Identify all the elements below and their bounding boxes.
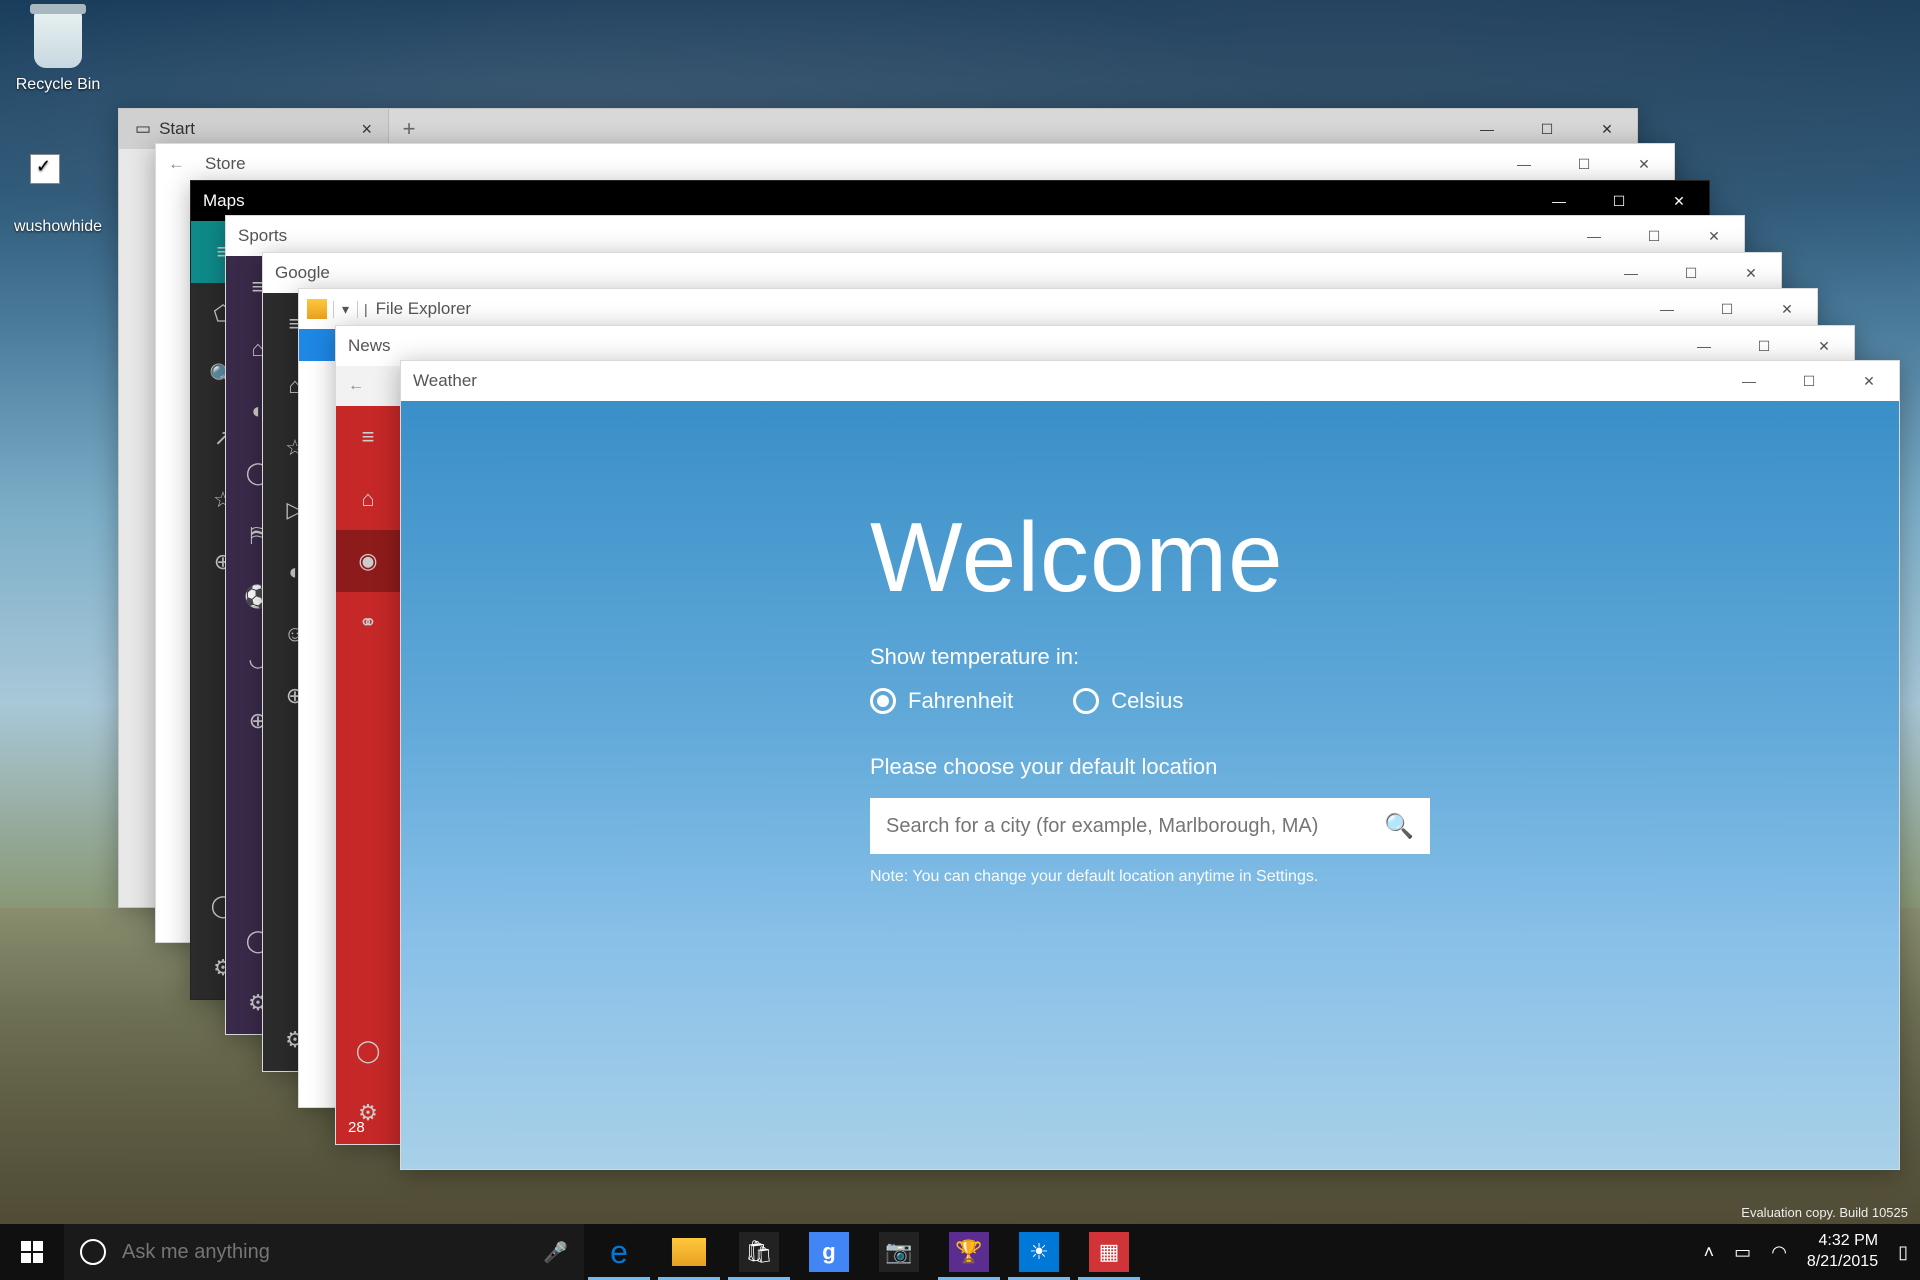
taskbar: 🎤 e 🛍 g 📷 🏆 ☀ ▦ ˄ ▭ ◠ 4:32 PM 8/21/2015 … [0, 1224, 1920, 1280]
fahrenheit-label: Fahrenheit [908, 688, 1013, 714]
close-button[interactable]: ✕ [1839, 361, 1899, 401]
window-weather[interactable]: Weather — ☐ ✕ Welcome Show temperature i… [400, 360, 1900, 1170]
title-maps: Maps [203, 191, 245, 211]
title-google: Google [275, 263, 330, 283]
recycle-bin-icon[interactable]: Recycle Bin [8, 8, 108, 94]
radio-unchecked-icon [1073, 688, 1099, 714]
search-icon[interactable]: 🔍 [1384, 812, 1414, 841]
titlebar-store[interactable]: ← Store — ☐ ✕ [156, 144, 1674, 184]
taskbar-edge[interactable]: e [584, 1224, 654, 1280]
folder-icon [307, 299, 327, 319]
maximize-button[interactable]: ☐ [1624, 216, 1684, 256]
location-search-box[interactable]: 🔍 [870, 798, 1430, 854]
close-tab-icon[interactable]: × [361, 119, 372, 140]
title-news: News [348, 336, 391, 356]
minimize-button[interactable]: — [1564, 216, 1624, 256]
wifi-icon[interactable]: ◠ [1771, 1242, 1787, 1263]
people-icon[interactable]: ⚭ [336, 592, 400, 654]
microphone-icon[interactable]: 🎤 [543, 1240, 568, 1265]
radio-fahrenheit[interactable]: Fahrenheit [870, 688, 1013, 714]
cortana-search[interactable]: 🎤 [64, 1224, 584, 1280]
taskbar-sports[interactable]: 🏆 [934, 1224, 1004, 1280]
close-button[interactable]: ✕ [1614, 144, 1674, 184]
taskbar-time: 4:32 PM [1807, 1231, 1878, 1252]
battery-icon[interactable]: ▭ [1734, 1242, 1751, 1263]
taskbar-date: 8/21/2015 [1807, 1252, 1878, 1273]
weather-body: Welcome Show temperature in: Fahrenheit … [401, 401, 1899, 1169]
local-icon[interactable]: ◉ [336, 530, 400, 592]
wushowhide-label: wushowhide [8, 218, 108, 236]
tab-start-label: Start [159, 119, 195, 139]
weather-note: Note: You can change your default locati… [870, 868, 1430, 886]
titlebar-sports[interactable]: Sports — ☐ ✕ [226, 216, 1744, 256]
evaluation-watermark: Evaluation copy. Build 10525 [1741, 1205, 1908, 1220]
title-weather: Weather [413, 371, 477, 391]
separator: | [364, 301, 368, 317]
cortana-icon [80, 1239, 106, 1265]
new-tab-button[interactable]: + [389, 116, 429, 142]
celsius-label: Celsius [1111, 688, 1183, 714]
titlebar-google[interactable]: Google — ☐ ✕ [263, 253, 1781, 293]
location-prompt: Please choose your default location [870, 754, 1430, 780]
start-button[interactable] [0, 1224, 64, 1280]
hamburger-icon[interactable]: ≡ [336, 406, 400, 468]
minimize-button[interactable]: — [1637, 289, 1697, 329]
maximize-button[interactable]: ☐ [1697, 289, 1757, 329]
cortana-search-input[interactable] [122, 1241, 527, 1264]
home-icon[interactable]: ⌂ [336, 468, 400, 530]
taskbar-news[interactable]: ▦ [1074, 1224, 1144, 1280]
close-button[interactable]: ✕ [1684, 216, 1744, 256]
close-button[interactable]: ✕ [1721, 253, 1781, 293]
news-partial-text: 28 [348, 1119, 365, 1136]
taskbar-clock[interactable]: 4:32 PM 8/21/2015 [1807, 1231, 1878, 1273]
close-button[interactable]: ✕ [1757, 289, 1817, 329]
taskbar-google[interactable]: g [794, 1224, 864, 1280]
gear-icon[interactable]: ⚙ [336, 1082, 400, 1144]
titlebar-weather[interactable]: Weather — ☐ ✕ [401, 361, 1899, 401]
title-store: Store [205, 154, 246, 174]
back-icon[interactable]: ← [168, 154, 185, 174]
person-icon[interactable]: ◯ [336, 1020, 400, 1082]
taskbar-weather[interactable]: ☀ [1004, 1224, 1074, 1280]
titlebar-file-explorer[interactable]: ▾ | File Explorer — ☐ ✕ [299, 289, 1817, 329]
weather-heading: Welcome [870, 501, 1430, 614]
recycle-bin-label: Recycle Bin [8, 76, 108, 94]
title-file-explorer: File Explorer [376, 299, 471, 319]
minimize-button[interactable]: — [1719, 361, 1779, 401]
sidebar-news: ≡ ⌂ ◉ ⚭ ◯ ⚙ [336, 406, 400, 1144]
window-icon: ▭ [135, 119, 151, 139]
taskbar-camera[interactable]: 📷 [864, 1224, 934, 1280]
taskbar-file-explorer[interactable] [654, 1224, 724, 1280]
tray-chevron-icon[interactable]: ˄ [1704, 1242, 1715, 1263]
radio-checked-icon [870, 688, 896, 714]
system-tray: ˄ ▭ ◠ 4:32 PM 8/21/2015 ▯ [1704, 1231, 1920, 1273]
taskbar-store[interactable]: 🛍 [724, 1224, 794, 1280]
maximize-button[interactable]: ☐ [1554, 144, 1614, 184]
windows-logo-icon [21, 1241, 43, 1263]
qa-dropdown-icon[interactable]: ▾ [333, 301, 358, 318]
minimize-button[interactable]: — [1494, 144, 1554, 184]
desktop: Recycle Bin wushowhide ▭ Start × + — ☐ ✕… [0, 0, 1920, 1280]
notifications-icon[interactable]: ▯ [1898, 1242, 1908, 1263]
wushowhide-icon[interactable]: wushowhide [8, 150, 108, 236]
temp-prompt: Show temperature in: [870, 644, 1430, 670]
title-sports: Sports [238, 226, 287, 246]
maximize-button[interactable]: ☐ [1661, 253, 1721, 293]
minimize-button[interactable]: — [1601, 253, 1661, 293]
maximize-button[interactable]: ☐ [1779, 361, 1839, 401]
location-search-input[interactable] [886, 815, 1384, 838]
radio-celsius[interactable]: Celsius [1073, 688, 1183, 714]
taskbar-apps: e 🛍 g 📷 🏆 ☀ ▦ [584, 1224, 1144, 1280]
